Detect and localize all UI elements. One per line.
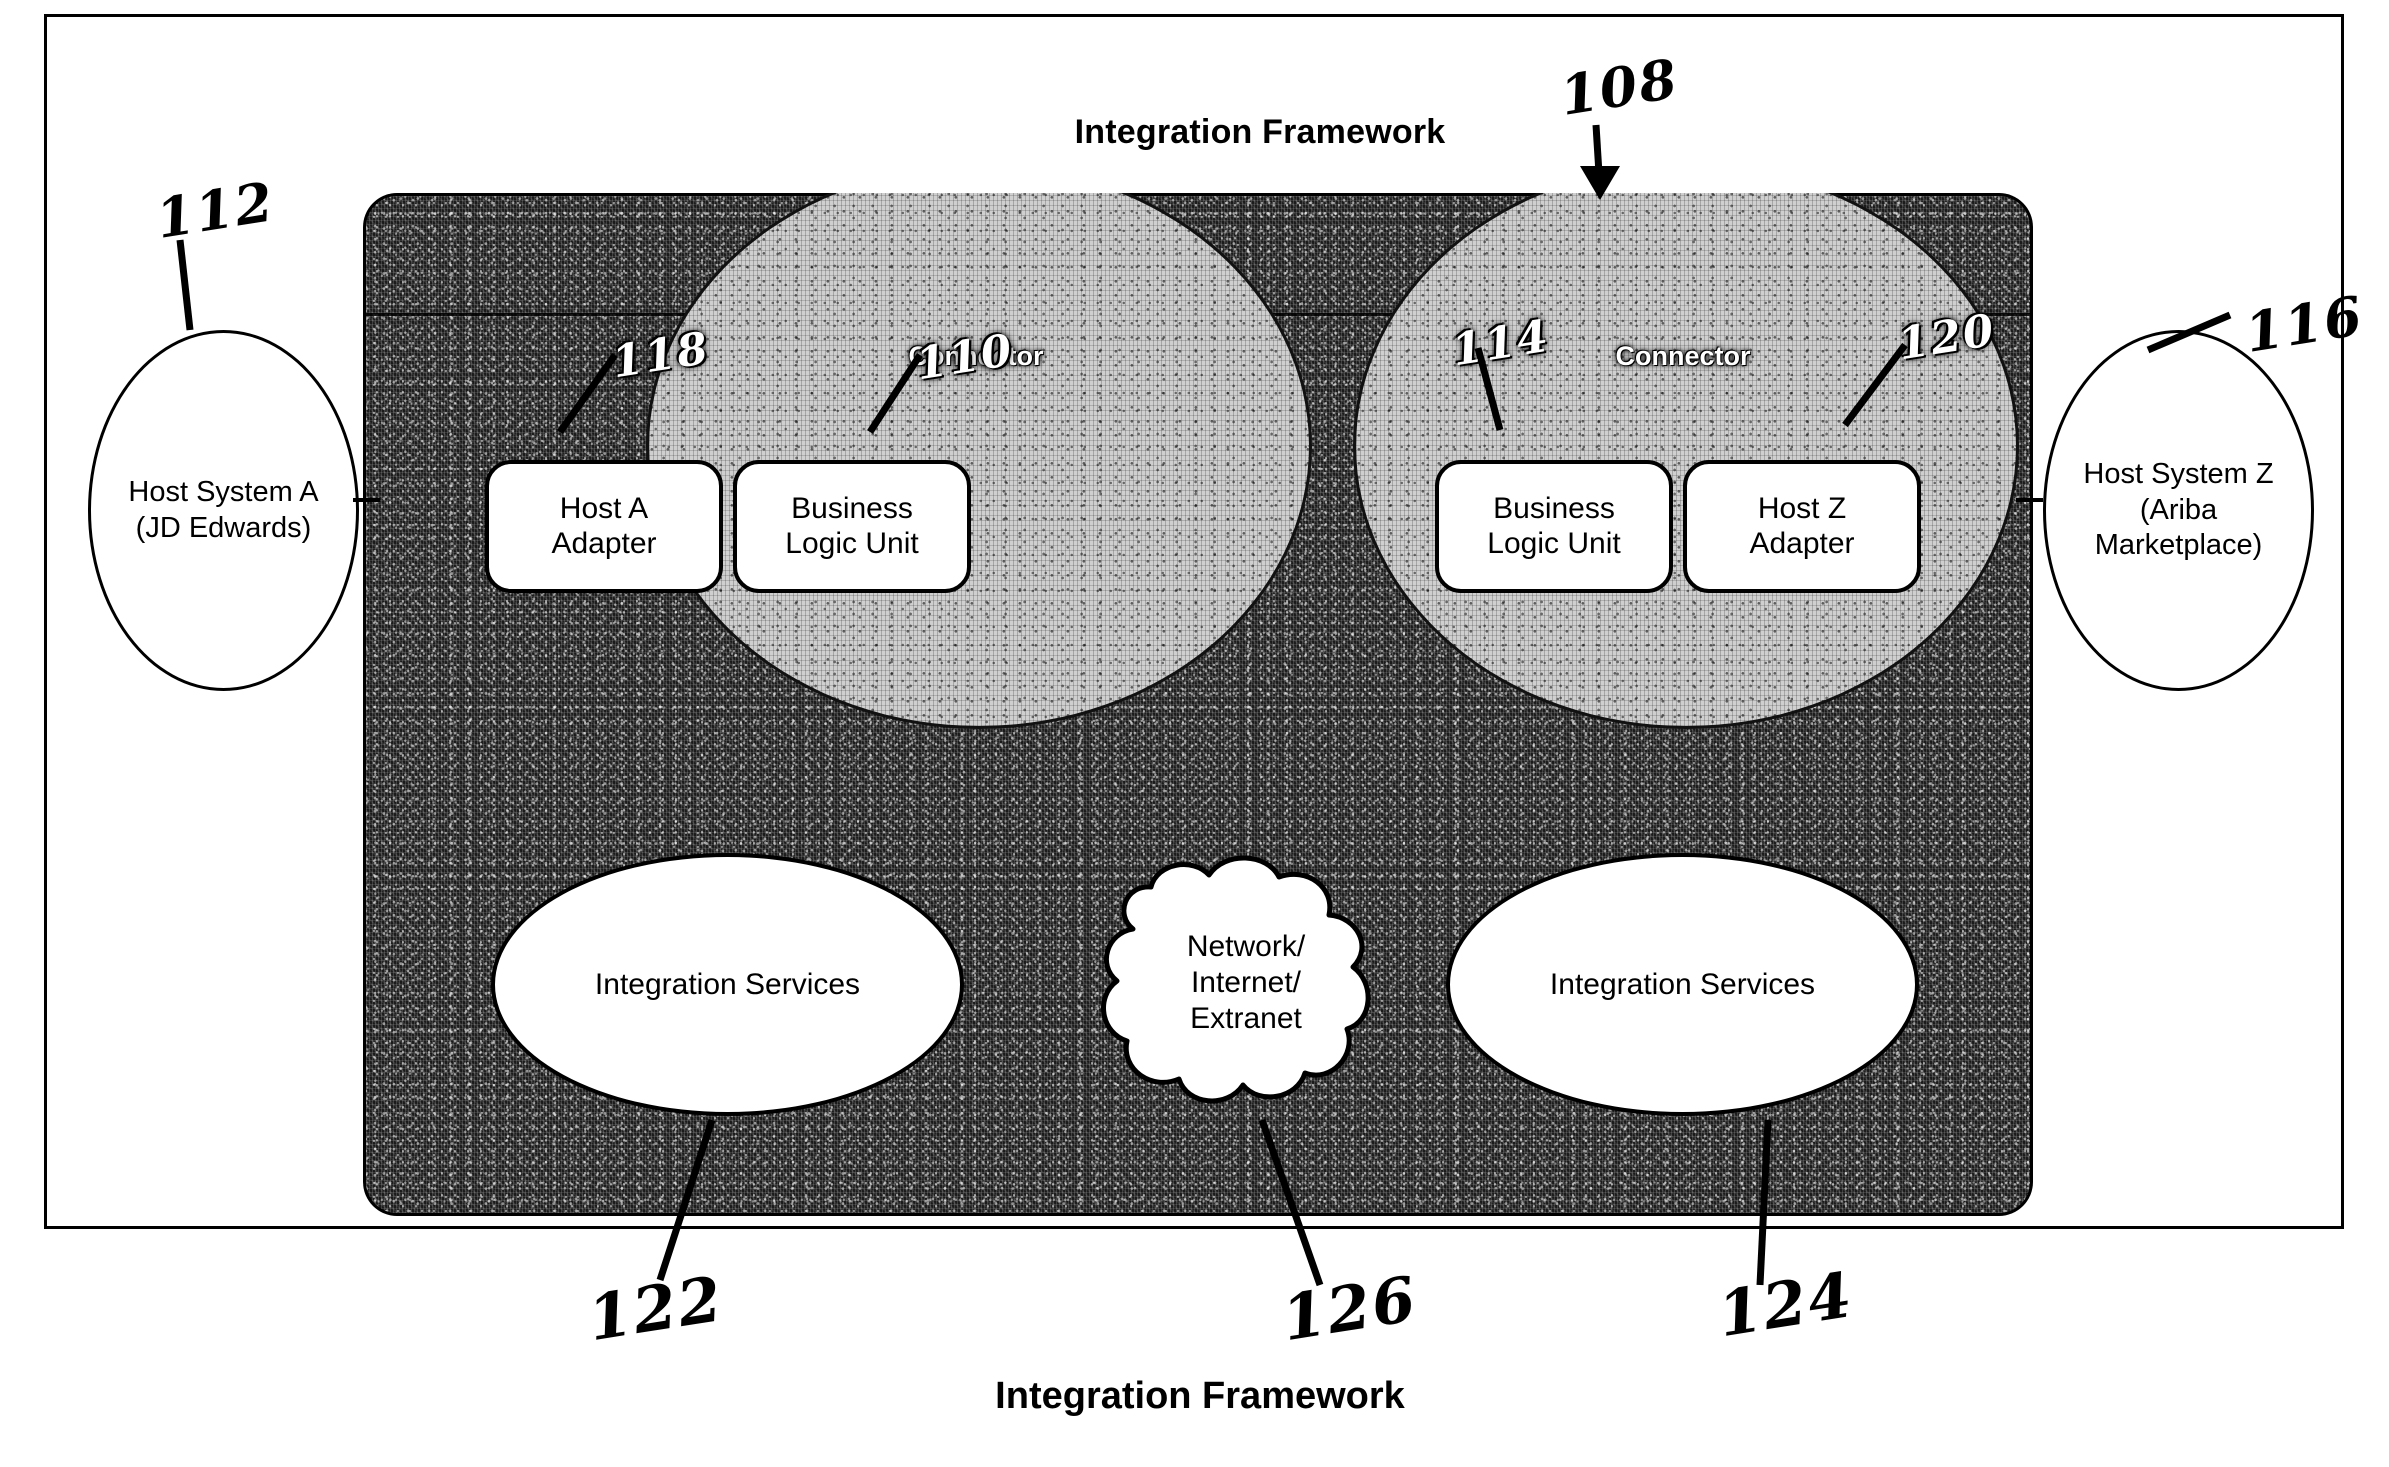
host-system-a-ellipse[interactable]: Host System A (JD Edwards) (88, 330, 359, 691)
host-a-adapter-label: Host A Adapter (551, 491, 657, 560)
host-z-adapter-label: Host Z Adapter (1749, 491, 1855, 560)
business-logic-unit-right-label: Business Logic Unit (1487, 491, 1621, 560)
business-logic-unit-left-label: Business Logic Unit (785, 491, 919, 560)
integration-services-right-label: Integration Services (1549, 967, 1816, 1001)
network-cloud[interactable]: Network/ Internet/ Extranet (1081, 843, 1411, 1123)
host-system-z-label: Host System Z (Ariba Marketplace) (2083, 458, 2274, 562)
host-system-z-ellipse[interactable]: Host System Z (Ariba Marketplace) (2043, 330, 2314, 691)
host-system-a-label: Host System A (JD Edwards) (128, 476, 319, 544)
figure-canvas: Integration Framework Connector Connecto… (0, 0, 2389, 1467)
integration-services-left-label: Integration Services (594, 967, 861, 1001)
figure-title-top: Integration Framework (1074, 113, 1446, 151)
host-z-adapter-box[interactable]: Host Z Adapter (1683, 460, 1921, 593)
ref-numeral-126: 126 (1277, 1261, 1423, 1356)
ref-numeral-122: 122 (583, 1261, 729, 1356)
integration-services-right[interactable]: Integration Services (1446, 853, 1919, 1116)
integration-services-left[interactable]: Integration Services (491, 853, 964, 1116)
figure-title-bottom: Integration Framework (995, 1375, 1405, 1417)
network-cloud-label: Network/ Internet/ Extranet (1186, 930, 1306, 1035)
host-a-adapter-box[interactable]: Host A Adapter (485, 460, 723, 593)
business-logic-unit-right-box[interactable]: Business Logic Unit (1435, 460, 1673, 593)
ref-numeral-124: 124 (1713, 1257, 1859, 1352)
connector-right-label: Connector (1615, 341, 1751, 371)
connector-left (646, 193, 1312, 729)
business-logic-unit-left-box[interactable]: Business Logic Unit (733, 460, 971, 593)
